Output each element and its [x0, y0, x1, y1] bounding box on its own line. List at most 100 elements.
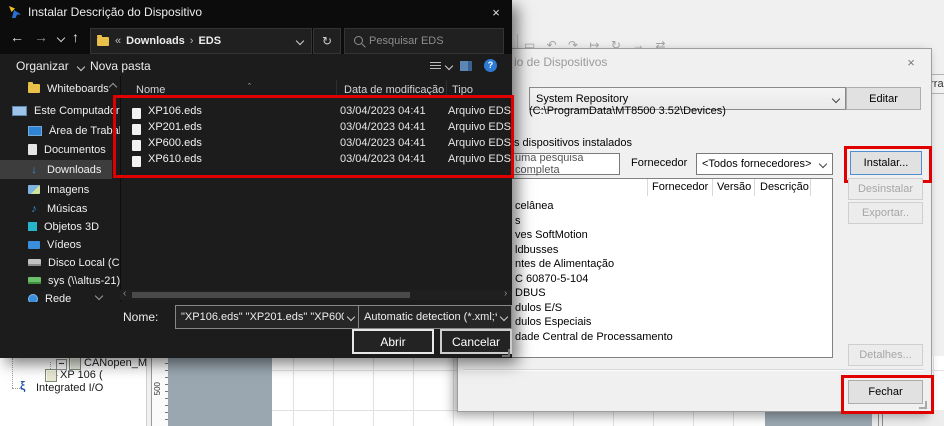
download-arrow-icon: ↓	[28, 164, 40, 176]
sidebar-item-downloads[interactable]: ↓Downloads	[28, 161, 120, 178]
navigation-sidebar: Whiteboards Este Computador Área de Trab…	[0, 76, 120, 302]
tree-item-canopen[interactable]: CANopen_M	[84, 357, 147, 369]
breadcrumb-downloads[interactable]: Downloads	[126, 35, 185, 47]
crumb-separator-icon: ›	[190, 35, 194, 47]
category-row[interactable]: dulos E/S	[515, 302, 562, 314]
column-separator	[810, 179, 811, 196]
resize-grip[interactable]	[919, 401, 927, 409]
vendor-combobox[interactable]: <Todos fornecedores>	[696, 153, 833, 175]
category-row[interactable]: C 60870-5-104	[515, 273, 588, 285]
resize-grip[interactable]	[502, 349, 510, 357]
xp106-device-icon	[45, 369, 57, 382]
search-icon	[354, 36, 363, 45]
canvas-ruler: 500	[151, 356, 169, 426]
vendor-value: <Todos fornecedores>	[702, 158, 811, 170]
sidebar-item-documents[interactable]: Documentos	[28, 141, 120, 158]
chevron-down-icon	[77, 63, 85, 71]
category-row[interactable]: dulos Especiais	[515, 316, 591, 328]
repo-close-icon[interactable]: ×	[899, 53, 923, 71]
computer-icon	[12, 106, 27, 116]
refresh-icon: ↻	[322, 34, 332, 48]
organize-menu[interactable]: Organizar	[16, 59, 84, 73]
picture-icon	[28, 185, 40, 194]
address-prefix: «	[115, 35, 121, 47]
column-header-description[interactable]: Descrição	[760, 181, 809, 193]
address-bar[interactable]: « Downloads › EDS	[90, 28, 312, 54]
open-button[interactable]: Abrir	[352, 329, 434, 354]
filename-combobox[interactable]: "XP106.eds" "XP201.eds" "XP600.eds" "XP6…	[175, 305, 359, 329]
repo-dialog-title: io de Dispositivos	[514, 55, 607, 69]
address-chevron-icon[interactable]	[296, 37, 304, 45]
sidebar-item-whiteboards[interactable]: Whiteboards	[28, 80, 120, 97]
scroll-left-icon[interactable]: ‹	[123, 288, 126, 299]
refresh-button[interactable]: ↻	[313, 28, 341, 54]
ruler-label: 500	[153, 382, 162, 395]
location-path: (C:\ProgramData\MT8500 3.52\Devices)	[529, 105, 726, 117]
search-placeholder: Pesquisar EDS	[369, 35, 444, 47]
sort-ascending-icon: ˆ	[248, 82, 251, 92]
help-icon[interactable]: ?	[484, 59, 497, 72]
sidebar-item-3d-objects[interactable]: Objetos 3D	[28, 218, 120, 235]
scrollbar-thumb[interactable]	[132, 292, 410, 298]
folder-icon	[28, 84, 40, 93]
search-box[interactable]: Pesquisar EDS	[344, 28, 504, 54]
file-dialog-close-icon[interactable]: ×	[482, 2, 510, 22]
document-icon	[28, 144, 37, 155]
category-row[interactable]: dade Central de Processamento	[515, 331, 673, 343]
category-row[interactable]: DBUS	[515, 287, 546, 299]
tree-item-integrated-io[interactable]: Integrated I/O	[36, 382, 103, 394]
canvas-margin-left	[168, 356, 272, 426]
horizontal-scrollbar[interactable]: ‹ ›	[120, 290, 512, 300]
filetype-value: Automatic detection (*.xml;*.ec	[364, 311, 497, 323]
tree-item-xp106[interactable]: XP 106 (	[60, 369, 103, 381]
preview-pane-icon[interactable]	[460, 61, 472, 71]
app-icon	[8, 5, 22, 19]
chevron-down-icon	[819, 160, 827, 168]
location-value: System Repository	[536, 93, 628, 105]
column-header-version[interactable]: Versão	[717, 181, 751, 193]
organize-label: Organizar	[16, 59, 69, 73]
vendor-label: Fornecedor	[631, 157, 687, 169]
sidebar-item-network[interactable]: Rede	[28, 290, 120, 302]
new-folder-button[interactable]: Nova pasta	[90, 59, 151, 73]
filename-label: Nome:	[123, 310, 158, 324]
scroll-right-icon[interactable]: ›	[504, 288, 507, 299]
screen: ▭ ↶ ↷ ↦ ↻ → ⇄ erra CANopen_M XP 106 ( ξ …	[0, 0, 944, 426]
sidebar-item-desktop[interactable]: Área de Trabalho	[28, 122, 120, 139]
sidebar-item-videos[interactable]: Vídeos	[28, 236, 120, 253]
forward-icon[interactable]: →	[34, 29, 48, 45]
breadcrumb-eds[interactable]: EDS	[198, 35, 221, 47]
category-row[interactable]: ves SoftMotion	[515, 229, 588, 241]
sidebar-item-this-pc[interactable]: Este Computador	[12, 102, 120, 119]
filename-value: "XP106.eds" "XP201.eds" "XP600.eds" "XP6…	[181, 311, 344, 323]
up-icon[interactable]: ↑	[72, 29, 79, 45]
device-category-list[interactable]: Fornecedor Versão Descrição celânea s ve…	[471, 178, 833, 358]
video-icon	[28, 241, 40, 249]
category-row[interactable]: celânea	[515, 200, 554, 212]
back-icon[interactable]: ←	[10, 29, 24, 45]
category-row[interactable]: ntes de Alimentação	[515, 258, 614, 270]
category-row[interactable]: ldbusses	[515, 244, 558, 256]
view-chevron-icon[interactable]	[445, 62, 453, 70]
uninstall-button[interactable]: Desinstalar	[848, 178, 923, 200]
integrated-io-icon: ξ	[20, 379, 25, 393]
sidebar-item-pictures[interactable]: Imagens	[28, 181, 120, 198]
column-header-vendor[interactable]: Fornecedor	[652, 181, 708, 193]
dialog-separator	[463, 369, 924, 371]
sidebar-item-local-disk[interactable]: Disco Local (C:)	[28, 254, 120, 271]
sidebar-item-music[interactable]: ♪Músicas	[28, 200, 120, 217]
edit-button[interactable]: Editar	[846, 87, 921, 110]
hard-drive-icon	[28, 259, 41, 266]
details-button[interactable]: Detalhes...	[848, 344, 923, 366]
chevron-down-icon	[347, 313, 355, 321]
column-separator	[647, 179, 648, 196]
view-options-icon[interactable]	[430, 62, 441, 71]
filetype-combobox[interactable]: Automatic detection (*.xml;*.ec	[358, 305, 512, 329]
category-row[interactable]: s	[515, 215, 521, 227]
cube-icon	[28, 222, 37, 231]
export-button[interactable]: Exportar..	[848, 202, 923, 224]
music-note-icon: ♪	[28, 203, 40, 215]
globe-icon	[28, 294, 38, 303]
sidebar-item-sys-share[interactable]: sys (\\altus-21) (	[28, 272, 120, 289]
column-separator	[712, 179, 713, 196]
